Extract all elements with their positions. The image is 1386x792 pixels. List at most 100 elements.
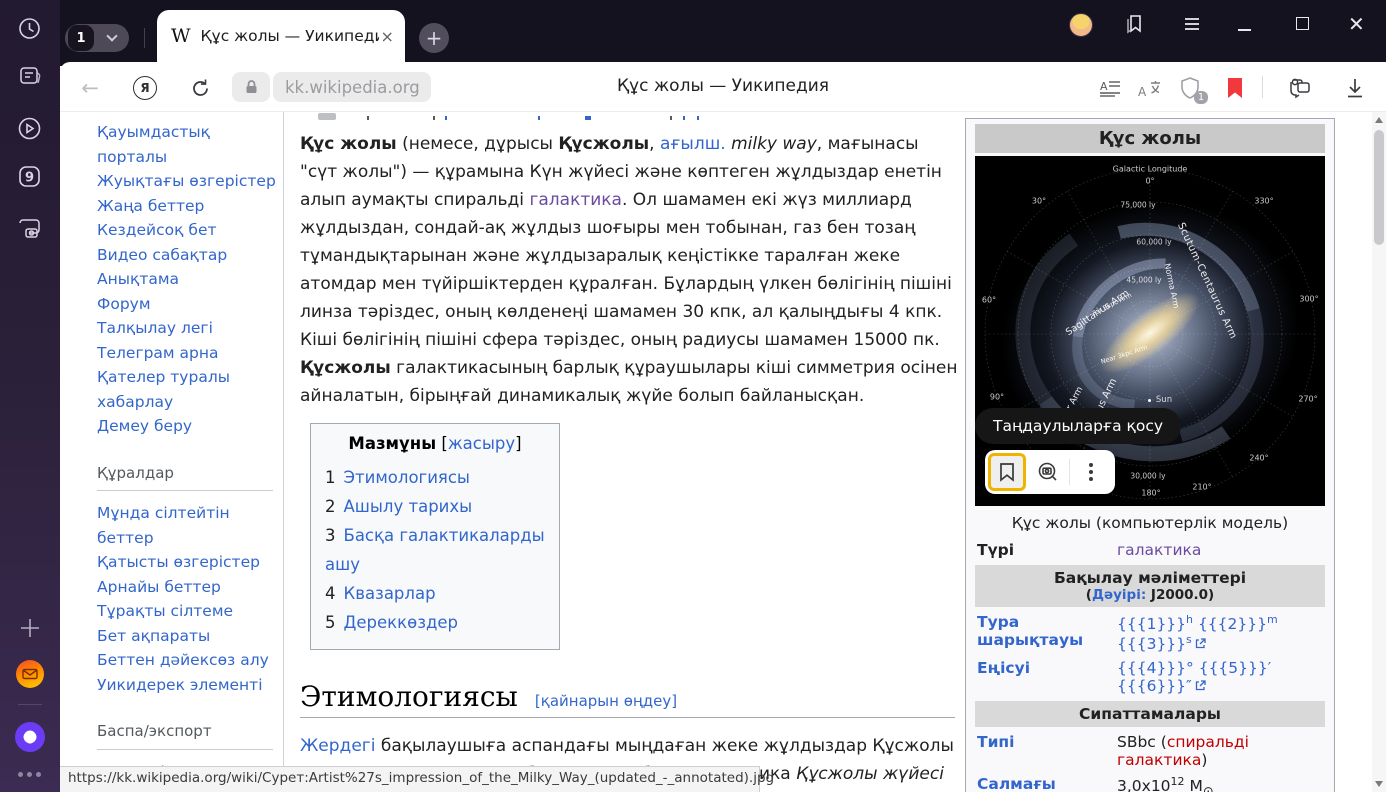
infobox-row-mass: Салмағы 3,0x1012 M⊙ (975, 772, 1325, 792)
nav-link[interactable]: Қауымдастық порталы (97, 120, 283, 169)
nav-link[interactable]: Талқылау легі (97, 316, 283, 341)
nav-link[interactable]: Демеу беру (97, 414, 283, 439)
new-tab-button[interactable]: + (419, 23, 449, 53)
page-scrollbar[interactable] (1372, 112, 1386, 792)
link-galaxy-type[interactable]: галактика (1117, 541, 1201, 559)
sidebar-more-dots-icon[interactable] (18, 772, 41, 777)
shield-count-badge: 1 (1194, 91, 1208, 104)
reader-mode-icon[interactable]: A (1097, 75, 1123, 101)
wikipedia-sidebar-nav: Қауымдастық порталы Жуықтағы өзгерістер … (60, 112, 284, 792)
status-url-bar: https://kk.wikipedia.org/wiki/Сурет:Arti… (60, 766, 760, 792)
link-morphological-type[interactable]: Типі (977, 733, 1014, 751)
nav-link[interactable]: Жаңа беттер (97, 194, 283, 219)
nav-link[interactable]: Кездейсоқ бет (97, 218, 283, 243)
wikipedia-w-icon: W (171, 25, 191, 47)
toc-link[interactable]: Басқа галактикаларды ашу (325, 526, 545, 574)
tab-strip: 1 W Құс жолы — Уикипедия × + ✕ (60, 0, 1386, 66)
divider (1262, 76, 1263, 98)
galaxy-label: Galactic Longitude (1113, 165, 1188, 174)
browser-sidebar: 9 (0, 0, 60, 792)
link-earth[interactable]: Жердегі (300, 736, 375, 756)
nav-link[interactable]: Видео сабақтар (97, 243, 283, 268)
svg-text:A: A (1138, 85, 1147, 99)
toc-item: 3Басқа галактикаларды ашу (325, 521, 545, 579)
external-link-icon[interactable] (1195, 638, 1206, 649)
link-right-ascension[interactable]: Тура шарықтауы (977, 613, 1083, 649)
toc-link[interactable]: Ашылу тарихы (344, 497, 473, 516)
screenshot-icon[interactable] (16, 214, 43, 241)
menu-hamburger-icon[interactable] (1182, 15, 1202, 33)
article-main-column: Құс жолы (немесе, дұрысы Құсжолы, ағылш.… (300, 112, 960, 792)
tabs-count-badge[interactable]: 9 (17, 164, 42, 189)
site-lock-icon[interactable] (232, 72, 270, 102)
link-galaxy[interactable]: галактика (529, 190, 622, 210)
infobox-caption: Құс жолы (компьютерлік модель) (975, 506, 1325, 538)
image-hover-toolbar (985, 450, 1115, 494)
notes-icon[interactable] (17, 64, 43, 90)
video-play-icon[interactable] (16, 115, 43, 142)
nav-link[interactable]: Жуықтағы өзгерістер (97, 169, 283, 194)
window-minimize-button[interactable] (1238, 29, 1251, 31)
page-content: Қауымдастық порталы Жуықтағы өзгерістер … (60, 112, 1372, 792)
toc-hide-link[interactable]: жасыру (448, 434, 515, 453)
tab-title: Құс жолы — Уикипедия (201, 27, 379, 45)
edit-section-link[interactable]: [қайнарын өңдеу] (535, 692, 677, 710)
add-panel-plus-icon[interactable] (18, 616, 42, 640)
link-mass[interactable]: Салмағы (977, 775, 1056, 792)
address-url-field[interactable]: kk.wikipedia.org (273, 72, 431, 102)
nav-link[interactable]: Форум (97, 292, 283, 317)
scroll-down-arrow[interactable] (1375, 781, 1383, 787)
yandex-mail-icon[interactable] (16, 660, 44, 688)
galaxy-label: 240° (1249, 454, 1268, 463)
tab-group-count: 1 (68, 25, 94, 51)
browser-window: 1 W Құс жолы — Уикипедия × + ✕ (0, 0, 1386, 792)
toc-link[interactable]: Этимологиясы (344, 468, 470, 487)
nav-link[interactable]: Қатысты өзгерістер (97, 550, 283, 575)
nav-link[interactable]: Тұрақты сілтеме (97, 599, 283, 624)
window-maximize-button[interactable] (1296, 17, 1309, 30)
toc-item: 4Квазарлар (325, 579, 545, 608)
scrollbar-thumb[interactable] (1374, 130, 1384, 245)
scroll-up-arrow[interactable] (1375, 117, 1383, 123)
divider (144, 28, 145, 48)
refresh-button[interactable] (187, 75, 213, 101)
back-button[interactable]: ← (77, 75, 103, 101)
bookmark-active-icon[interactable] (1222, 75, 1248, 101)
nav-link[interactable]: Арнайы беттер (97, 575, 283, 600)
translate-icon[interactable]: A (1137, 75, 1163, 101)
tab-group-pill[interactable]: 1 (65, 24, 129, 52)
svg-text:A: A (1100, 80, 1108, 93)
yandex-home-button[interactable]: Я (132, 75, 158, 101)
protect-shield-icon[interactable]: 1 (1177, 75, 1203, 101)
nav-link[interactable]: Телеграм арна (97, 341, 283, 366)
alice-assistant-icon[interactable] (15, 722, 45, 752)
tab-count-label: 9 (25, 171, 34, 186)
nav-link[interactable]: Беттен дәйексөз алу (97, 648, 283, 673)
section-heading-etymology: Этимологиясы (300, 680, 518, 713)
link-english[interactable]: ағылш. (660, 134, 726, 154)
add-to-favorites-tooltip: Таңдаулыларға қосу (975, 408, 1181, 444)
tab-kus-zholy[interactable]: W Құс жолы — Уикипедия × (157, 10, 405, 66)
tab-close-icon[interactable]: × (381, 27, 394, 46)
toc-link[interactable]: Квазарлар (344, 584, 436, 603)
history-clock-icon[interactable] (17, 16, 42, 41)
visual-search-button[interactable] (1027, 450, 1069, 494)
download-icon[interactable] (1342, 75, 1368, 101)
link-epoch[interactable]: Дәуірі: (1092, 587, 1146, 603)
toc-link[interactable]: Дереккөздер (344, 613, 459, 632)
nav-link[interactable]: Бет ақпараты (97, 624, 283, 649)
profile-avatar[interactable] (1069, 13, 1093, 37)
nav-link[interactable]: Уикидерек элементі (97, 673, 283, 698)
intro-paragraph: Құс жолы (немесе, дұрысы Құсжолы, ағылш.… (300, 130, 960, 410)
more-options-button[interactable] (1070, 450, 1112, 494)
sun-label: Sun (1156, 395, 1172, 405)
bookmarks-flag-icon[interactable] (1123, 12, 1147, 36)
collections-icon[interactable] (1287, 75, 1313, 101)
link-declination[interactable]: Еңісуі (977, 659, 1030, 677)
window-close-button[interactable]: ✕ (1348, 12, 1365, 36)
nav-link[interactable]: Қателер туралы хабарлау (97, 365, 267, 414)
nav-link[interactable]: Анықтама (97, 267, 283, 292)
external-link-icon[interactable] (1195, 680, 1206, 691)
save-to-favorites-button[interactable] (985, 450, 1027, 494)
nav-link[interactable]: Мұнда сілтейтін беттер (97, 501, 283, 550)
